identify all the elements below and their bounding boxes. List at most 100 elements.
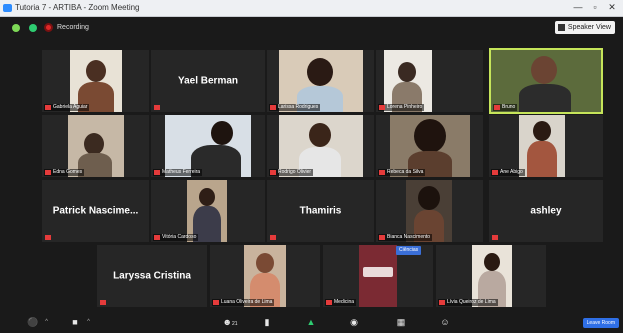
microphone-muted-icon <box>494 105 500 110</box>
leave-room-button[interactable]: Leave Room <box>582 318 619 328</box>
participant-head <box>199 188 215 206</box>
participant-name: Vitória Cardoso <box>153 234 199 241</box>
microphone-muted-icon <box>270 170 276 175</box>
participant-head <box>86 60 106 82</box>
chevron-up-icon[interactable]: ^ <box>45 319 48 325</box>
microphone-muted-icon <box>154 235 160 240</box>
participant-name: Matheus Ferreira <box>153 169 203 176</box>
share-screen-button[interactable]: ▲ <box>298 315 324 331</box>
microphone-muted-icon <box>154 105 160 110</box>
reactions-icon: ☺ <box>440 317 450 327</box>
video-button[interactable]: ■ ^ <box>62 315 90 331</box>
chevron-up-icon[interactable]: ^ <box>87 319 90 325</box>
participant-tile[interactable]: Yael Berman <box>151 50 265 112</box>
participant-name: Medicina <box>325 299 357 306</box>
participant-head <box>256 253 274 273</box>
title-bar: Tutoria 7 - ARTIBA - Zoom Meeting — ▫ ✕ <box>0 0 623 17</box>
participant-tile[interactable]: Thamiris <box>267 180 374 242</box>
microphone-muted-icon <box>492 235 498 240</box>
participant-tile[interactable]: Lorena Pinheiro <box>376 50 483 112</box>
participant-video <box>390 115 470 177</box>
chat-icon: ▮ <box>264 317 270 327</box>
microphone-muted-icon <box>270 235 276 240</box>
microphone-muted-icon <box>100 300 106 305</box>
speaker-view-button[interactable]: Speaker View <box>554 21 615 34</box>
participant-tile[interactable]: Larissa Rodrigues <box>267 50 374 112</box>
recording-label: Recording <box>57 24 89 31</box>
participant-tile[interactable]: Rodrigo Olivier <box>267 115 374 177</box>
participant-tile[interactable]: Laryssa Cristina <box>97 245 207 307</box>
participant-tile[interactable]: Gabriela Aguiar <box>42 50 149 112</box>
microphone-muted-icon <box>379 170 385 175</box>
participant-video <box>165 115 251 177</box>
participant-video <box>279 50 363 112</box>
reactions-button[interactable]: ☺ <box>432 315 458 331</box>
participant-head <box>414 119 446 153</box>
meeting-toolbar: ⚫ ^ ■ ^ ☻21 ▮ ▲ ◉ ▦ ☺ Leave Room <box>0 313 623 333</box>
participant-name: Lívia Queiroz de Lima <box>438 299 498 306</box>
participant-head <box>531 56 557 84</box>
participant-name-large: Laryssa Cristina <box>113 270 191 282</box>
participant-name: Lorena Pinheiro <box>378 104 425 111</box>
microphone-muted-icon <box>45 105 51 110</box>
participant-video <box>187 180 227 242</box>
microphone-icon: ⚫ <box>27 317 39 327</box>
minimize-button[interactable]: — <box>571 2 585 12</box>
participant-name: Luana Oliveira de Lima <box>212 299 275 306</box>
breakout-rooms-icon: ▦ <box>396 317 406 327</box>
participants-icon: ☻21 <box>222 317 238 327</box>
participants-button[interactable]: ☻21 <box>214 315 246 331</box>
record-button[interactable]: ◉ <box>342 315 366 331</box>
close-button[interactable]: ✕ <box>605 2 619 13</box>
participant-name: Gabriela Aguiar <box>44 104 90 111</box>
participant-name-large: Yael Berman <box>177 75 239 87</box>
microphone-muted-icon <box>326 300 332 305</box>
participant-video <box>519 115 565 177</box>
meeting-status-bar: Recording Speaker View <box>0 17 623 39</box>
record-icon: ◉ <box>350 317 358 327</box>
mute-button[interactable]: ⚫ ^ <box>20 315 48 331</box>
zoom-logo-icon <box>3 4 12 12</box>
participant-video <box>472 245 512 307</box>
microphone-muted-icon <box>45 170 51 175</box>
participant-tile[interactable]: Lívia Queiroz de Lima <box>436 245 546 307</box>
medicina-logo-icon <box>363 267 393 277</box>
participant-name: Rodrigo Olivier <box>269 169 314 176</box>
talking-badge: Ciências <box>396 246 422 255</box>
participants-count: 21 <box>231 321 238 327</box>
participant-tile[interactable]: Ane Abigo <box>489 115 603 177</box>
participant-body <box>527 141 557 177</box>
participant-tile-active-speaker[interactable]: Bruno <box>489 48 603 114</box>
participant-video <box>70 50 122 112</box>
encryption-icon[interactable] <box>29 24 37 32</box>
participant-tile[interactable]: ashley <box>489 180 603 242</box>
share-screen-icon: ▲ <box>306 317 316 327</box>
participant-name: Edna Gomes <box>44 169 85 176</box>
participant-name-large: ashley <box>530 205 562 217</box>
participant-video <box>384 50 432 112</box>
participant-tile[interactable]: Edna Gomes <box>42 115 149 177</box>
microphone-muted-icon <box>439 300 445 305</box>
microphone-muted-icon <box>379 105 385 110</box>
shield-icon[interactable] <box>12 24 20 32</box>
restore-button[interactable]: ▫ <box>588 2 602 12</box>
participant-video <box>359 245 397 307</box>
participant-tile[interactable]: Patrick Nascime... <box>42 180 149 242</box>
participant-video <box>406 180 452 242</box>
microphone-muted-icon <box>270 105 276 110</box>
chat-button[interactable]: ▮ <box>255 315 279 331</box>
microphone-muted-icon <box>45 235 51 240</box>
participant-name: Ane Abigo <box>491 169 525 176</box>
participant-tile[interactable]: Bianca Nascimento <box>376 180 483 242</box>
breakout-rooms-button[interactable]: ▦ <box>388 315 414 331</box>
participant-head <box>84 133 104 155</box>
participant-tile[interactable]: Rebeca da Silva <box>376 115 483 177</box>
participant-head <box>398 62 416 82</box>
participant-tile[interactable]: Luana Oliveira de Lima <box>210 245 320 307</box>
video-camera-icon: ■ <box>72 317 78 327</box>
participant-video <box>68 115 124 177</box>
participant-head <box>309 123 331 147</box>
participant-tile[interactable]: Matheus Ferreira <box>151 115 265 177</box>
participant-tile[interactable]: Vitória Cardoso <box>151 180 265 242</box>
participant-head <box>533 121 551 141</box>
